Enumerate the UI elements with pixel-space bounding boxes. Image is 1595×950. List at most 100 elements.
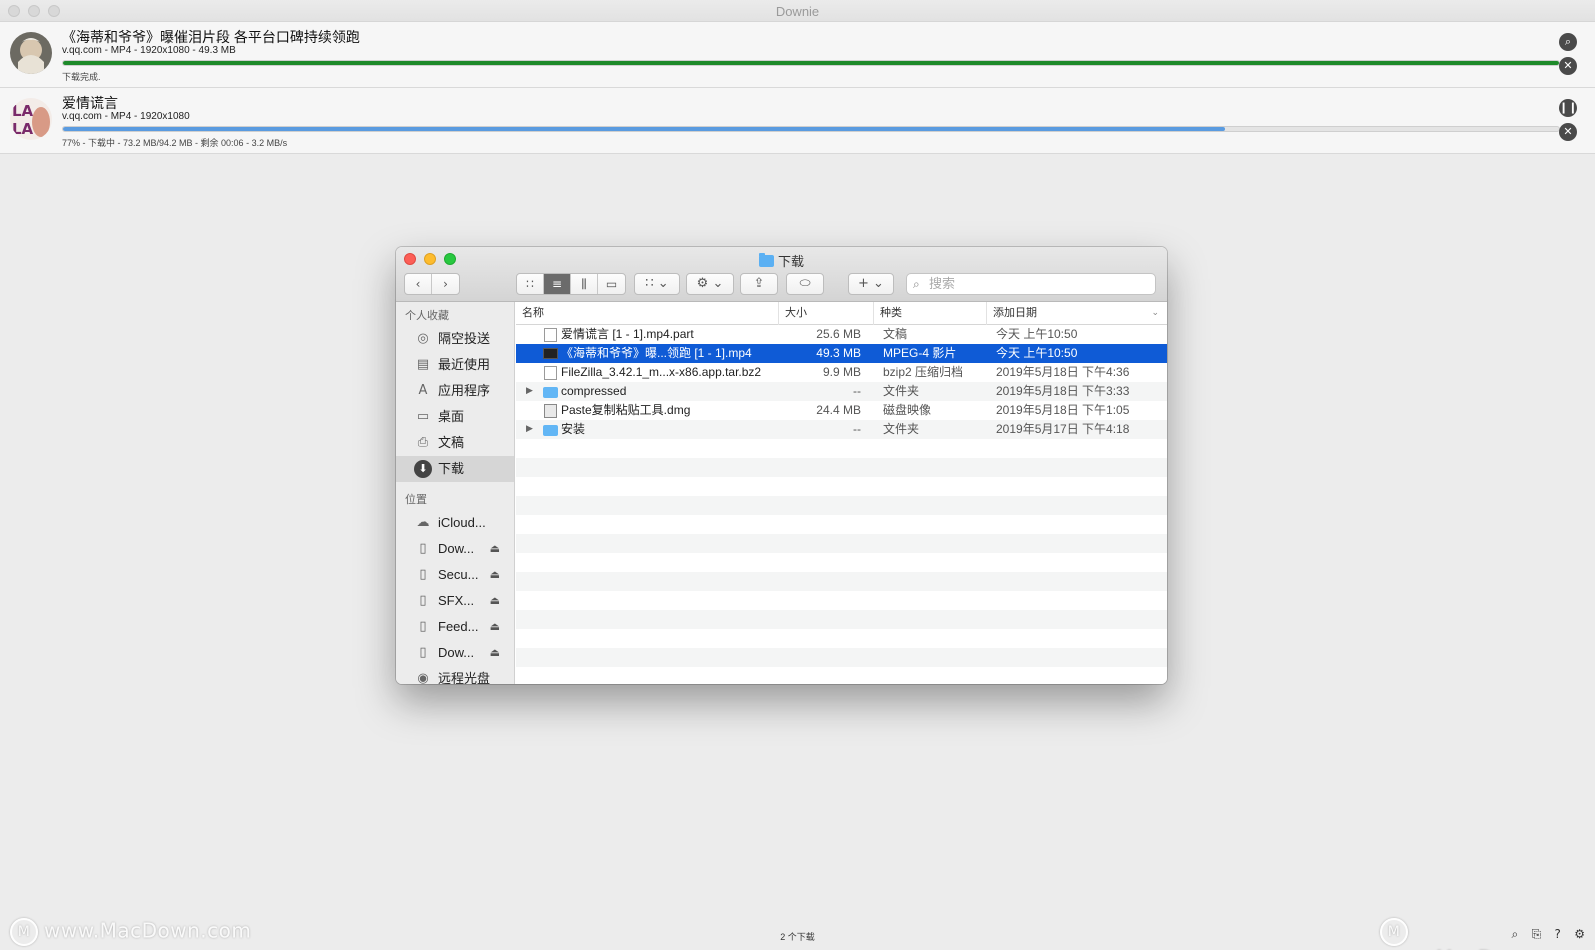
search-input[interactable]: ⌕ 搜索 bbox=[906, 273, 1156, 295]
file-row[interactable]: 《海蒂和爷爷》曝...领跑 [1 - 1].mp4 49.3 MB MPEG-4 影… bbox=[516, 344, 1167, 363]
gallery-view-button[interactable]: ▭ bbox=[598, 274, 625, 294]
list-view-button[interactable]: ≡ bbox=[544, 274, 571, 294]
file-size: -- bbox=[853, 422, 861, 436]
close-icon[interactable]: ✕ bbox=[1559, 123, 1577, 141]
column-kind[interactable]: 种类 bbox=[874, 302, 987, 325]
share-icon[interactable]: ⇪ bbox=[740, 273, 778, 295]
column-name[interactable]: 名称 bbox=[516, 302, 779, 325]
file-row[interactable]: ▶ compressed -- 文件夹 2019年5月18日 下午3:33 bbox=[516, 382, 1167, 401]
progress-bar bbox=[62, 60, 1560, 66]
download-meta: v.qq.com - MP4 - 1920x1080 bbox=[62, 111, 190, 122]
icon-view-button[interactable]: ∷ bbox=[517, 274, 544, 294]
group-by-button[interactable]: ∷ ⌄ bbox=[634, 273, 680, 295]
download-item[interactable]: LA LA 爱情谎言 v.qq.com - MP4 - 1920x1080 77… bbox=[0, 88, 1595, 154]
desktop-icon: ▭ bbox=[416, 409, 430, 424]
disk-icon: ▯ bbox=[419, 541, 427, 556]
file-row[interactable]: 爱情谎言 [1 - 1].mp4.part 25.6 MB 文稿 今天 上午10:50 bbox=[516, 325, 1167, 344]
sidebar-item[interactable]: ⎙ 文稿 bbox=[396, 430, 514, 456]
gear-icon[interactable]: ⚙ ⌄ bbox=[686, 273, 734, 295]
file-row[interactable]: FileZilla_3.42.1_m...x-x86.app.tar.bz2 9.… bbox=[516, 363, 1167, 382]
view-mode-control: ∷ ≡ ⫼ ▭ bbox=[516, 273, 626, 295]
settings-icon[interactable]: ⚙ bbox=[1574, 927, 1585, 941]
search-icon[interactable]: ⌕ bbox=[1511, 927, 1518, 941]
file-row[interactable]: Paste复制粘贴工具.dmg 24.4 MB 磁盘映像 2019年5月18日 下午1… bbox=[516, 401, 1167, 420]
column-date-added[interactable]: 添加日期 ⌄ bbox=[987, 302, 1167, 325]
finder-toolbar: 下载 ‹ › ∷ ≡ ⫼ ▭ ∷ ⌄ ⚙ ⌄ ⇪ ⬭ + ⌄ ⌕ 搜索 bbox=[396, 247, 1167, 302]
file-date: 今天 上午10:50 bbox=[996, 327, 1078, 341]
empty-row bbox=[516, 553, 1167, 572]
column-header-row: 名称 大小 种类 添加日期 ⌄ bbox=[516, 302, 1167, 325]
downloads-icon: ⬇ bbox=[414, 460, 432, 478]
sidebar-item-label: Secu... bbox=[438, 567, 479, 582]
sidebar-item[interactable]: ▯ Dow... ⏏ bbox=[396, 536, 514, 562]
clipboard-icon[interactable]: ⎘ bbox=[1532, 927, 1542, 941]
disk-icon: ▯ bbox=[419, 619, 427, 634]
column-size[interactable]: 大小 bbox=[779, 302, 874, 325]
sidebar-item[interactable]: ⬇ 下载 bbox=[396, 456, 514, 482]
sidebar-item-label: 最近使用 bbox=[438, 357, 491, 372]
empty-row bbox=[516, 591, 1167, 610]
video-thumbnail bbox=[10, 32, 52, 74]
sidebar-item[interactable]: ▭ 桌面 bbox=[396, 404, 514, 430]
file-row[interactable]: ▶ 安装 -- 文件夹 2019年5月17日 下午4:18 bbox=[516, 420, 1167, 439]
download-title: 《海蒂和爷爷》曝催泪片段 各平台口碑持续领跑 bbox=[62, 29, 360, 45]
empty-row bbox=[516, 458, 1167, 477]
search-icon[interactable]: ⌕ bbox=[1559, 33, 1577, 51]
cloud-icon: ☁ bbox=[416, 515, 430, 530]
sidebar-item[interactable]: ▯ SFX... ⏏ bbox=[396, 588, 514, 614]
remote-disc-icon: ◉ bbox=[417, 671, 429, 684]
sidebar-item[interactable]: ▤ 最近使用 bbox=[396, 352, 514, 378]
sidebar-item-label: SFX... bbox=[438, 593, 475, 608]
eject-icon[interactable]: ⏏ bbox=[490, 536, 500, 562]
sidebar-item[interactable]: ▯ Secu... ⏏ bbox=[396, 562, 514, 588]
airdrop-icon: ◎ bbox=[417, 331, 429, 346]
disk-icon: ▯ bbox=[419, 645, 427, 660]
sidebar-item[interactable]: ▯ Feed... ⏏ bbox=[396, 614, 514, 640]
sidebar-item[interactable]: ☁ iCloud... bbox=[396, 510, 514, 536]
file-name: 《海蒂和爷爷》曝...领跑 [1 - 1].mp4 bbox=[561, 346, 752, 360]
tag-icon[interactable]: ⬭ bbox=[786, 273, 824, 295]
eject-icon[interactable]: ⏏ bbox=[490, 588, 500, 614]
empty-row bbox=[516, 515, 1167, 534]
empty-row bbox=[516, 477, 1167, 496]
file-kind: MPEG-4 影片 bbox=[883, 346, 957, 360]
add-button[interactable]: + ⌄ bbox=[848, 273, 894, 295]
svg-text:LA: LA bbox=[12, 120, 34, 138]
folder-icon bbox=[543, 387, 558, 398]
document-icon bbox=[544, 328, 557, 342]
close-icon[interactable]: ✕ bbox=[1559, 57, 1577, 75]
back-button[interactable]: ‹ bbox=[405, 274, 432, 294]
eject-icon[interactable]: ⏏ bbox=[490, 562, 500, 588]
sidebar-item[interactable]: A 应用程序 bbox=[396, 378, 514, 404]
download-item[interactable]: 《海蒂和爷爷》曝催泪片段 各平台口碑持续领跑 v.qq.com - MP4 - … bbox=[0, 22, 1595, 88]
sort-chevron-icon: ⌄ bbox=[1151, 308, 1159, 318]
finder-sidebar: 个人收藏 ◎ 隔空投送 ▤ 最近使用 A 应用程序 ▭ 桌面 ⎙ 文稿 ⬇ 下载 位置 ☁ iCloud… bbox=[396, 302, 515, 684]
file-date: 2019年5月18日 下午1:05 bbox=[996, 403, 1130, 417]
downie-titlebar: Downie bbox=[0, 0, 1595, 22]
progress-bar bbox=[62, 126, 1560, 132]
disk-icon: ▯ bbox=[419, 593, 427, 608]
sidebar-item[interactable]: ◎ 隔空投送 bbox=[396, 326, 514, 352]
disclosure-triangle-icon[interactable]: ▶ bbox=[526, 420, 533, 439]
sidebar-item-label: Feed... bbox=[438, 619, 479, 634]
file-size: -- bbox=[853, 384, 861, 398]
disclosure-triangle-icon[interactable]: ▶ bbox=[526, 382, 533, 401]
file-name: 安装 bbox=[561, 422, 586, 436]
eject-icon[interactable]: ⏏ bbox=[490, 640, 500, 666]
help-icon[interactable]: ? bbox=[1555, 927, 1561, 941]
sidebar-item[interactable]: ◉ 远程光盘 bbox=[396, 666, 514, 684]
forward-button[interactable]: › bbox=[432, 274, 459, 294]
macdown-logo-icon: M bbox=[10, 918, 38, 946]
progress-fill bbox=[63, 61, 1559, 65]
sidebar-item[interactable]: ▯ Dow... ⏏ bbox=[396, 640, 514, 666]
file-name: Paste复制粘贴工具.dmg bbox=[561, 403, 691, 417]
empty-row bbox=[516, 572, 1167, 591]
empty-row bbox=[516, 534, 1167, 553]
column-view-button[interactable]: ⫼ bbox=[571, 274, 598, 294]
eject-icon[interactable]: ⏏ bbox=[490, 614, 500, 640]
file-date: 2019年5月17日 下午4:18 bbox=[996, 422, 1130, 436]
file-size: 25.6 MB bbox=[816, 327, 861, 341]
pause-icon[interactable]: ❙❙ bbox=[1559, 99, 1577, 117]
empty-row bbox=[516, 439, 1167, 458]
finder-window: 下载 ‹ › ∷ ≡ ⫼ ▭ ∷ ⌄ ⚙ ⌄ ⇪ ⬭ + ⌄ ⌕ 搜索 个人收藏… bbox=[396, 247, 1167, 684]
